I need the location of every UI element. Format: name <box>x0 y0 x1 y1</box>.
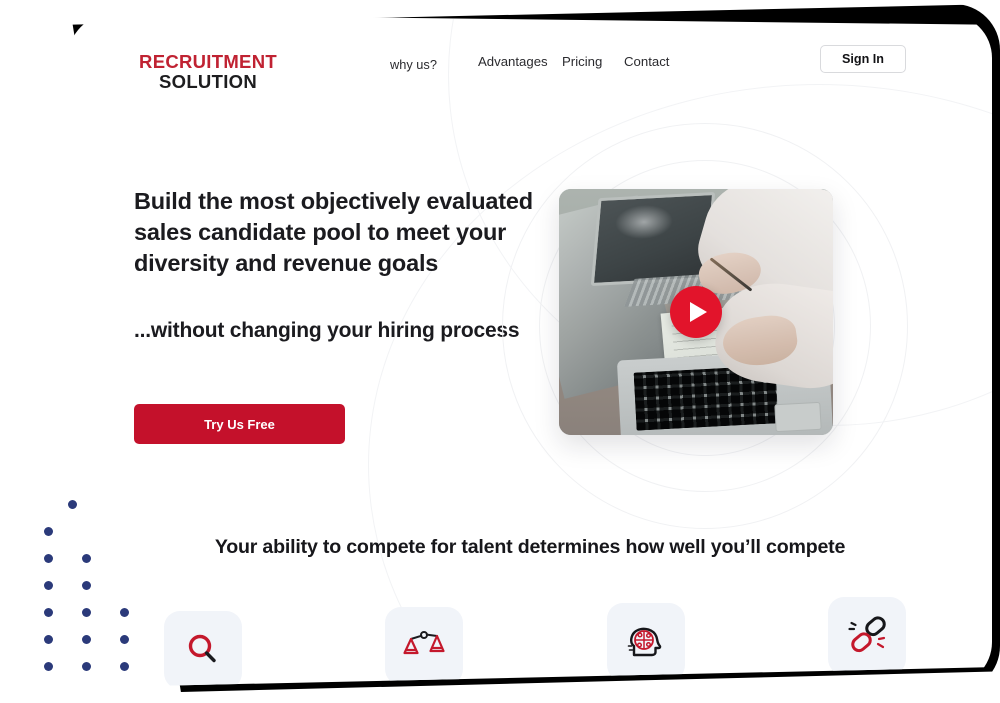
play-triangle-icon <box>690 302 707 322</box>
try-us-free-button[interactable]: Try Us Free <box>134 404 345 444</box>
brand-logo-line1: RECRUITMENT <box>139 51 277 72</box>
hero-subheadline: ...without changing your hiring process <box>134 319 520 343</box>
brand-logo-line2: SOLUTION <box>159 70 257 92</box>
hero-copy-block: Build the most objectively evaluated sal… <box>134 186 534 444</box>
broken-chain-link-icon <box>848 616 886 653</box>
sign-in-button[interactable]: Sign In <box>820 45 906 73</box>
section-heading: Your ability to compete for talent deter… <box>214 536 846 558</box>
site-header: RECRUITMENT SOLUTION why us? Advantages … <box>68 14 992 118</box>
hero-video-thumbnail[interactable] <box>559 189 833 435</box>
main-navigation: why us? Advantages Pricing Contact <box>390 54 686 72</box>
nav-item-pricing[interactable]: Pricing <box>562 54 624 69</box>
browser-page-card: RECRUITMENT SOLUTION why us? Advantages … <box>68 14 992 686</box>
nav-item-advantages[interactable]: Advantages <box>478 54 562 69</box>
magnifier-icon <box>188 634 216 663</box>
feature-tile-fairness[interactable] <box>385 607 464 685</box>
feature-tile-bias-break[interactable] <box>827 597 906 675</box>
page-stage: RECRUITMENT SOLUTION why us? Advantages … <box>0 0 1000 703</box>
scales-balance-icon <box>403 631 445 655</box>
brand-logo[interactable]: RECRUITMENT SOLUTION <box>133 52 283 91</box>
feature-tile-search[interactable] <box>164 611 242 686</box>
play-icon[interactable] <box>670 286 722 338</box>
feature-tile-intelligence[interactable] <box>606 603 685 681</box>
nav-item-contact[interactable]: Contact <box>624 54 686 69</box>
hero-headline: Build the most objectively evaluated sal… <box>134 188 533 276</box>
nav-item-why-us[interactable]: why us? <box>390 57 478 72</box>
head-brain-network-icon <box>627 627 661 657</box>
